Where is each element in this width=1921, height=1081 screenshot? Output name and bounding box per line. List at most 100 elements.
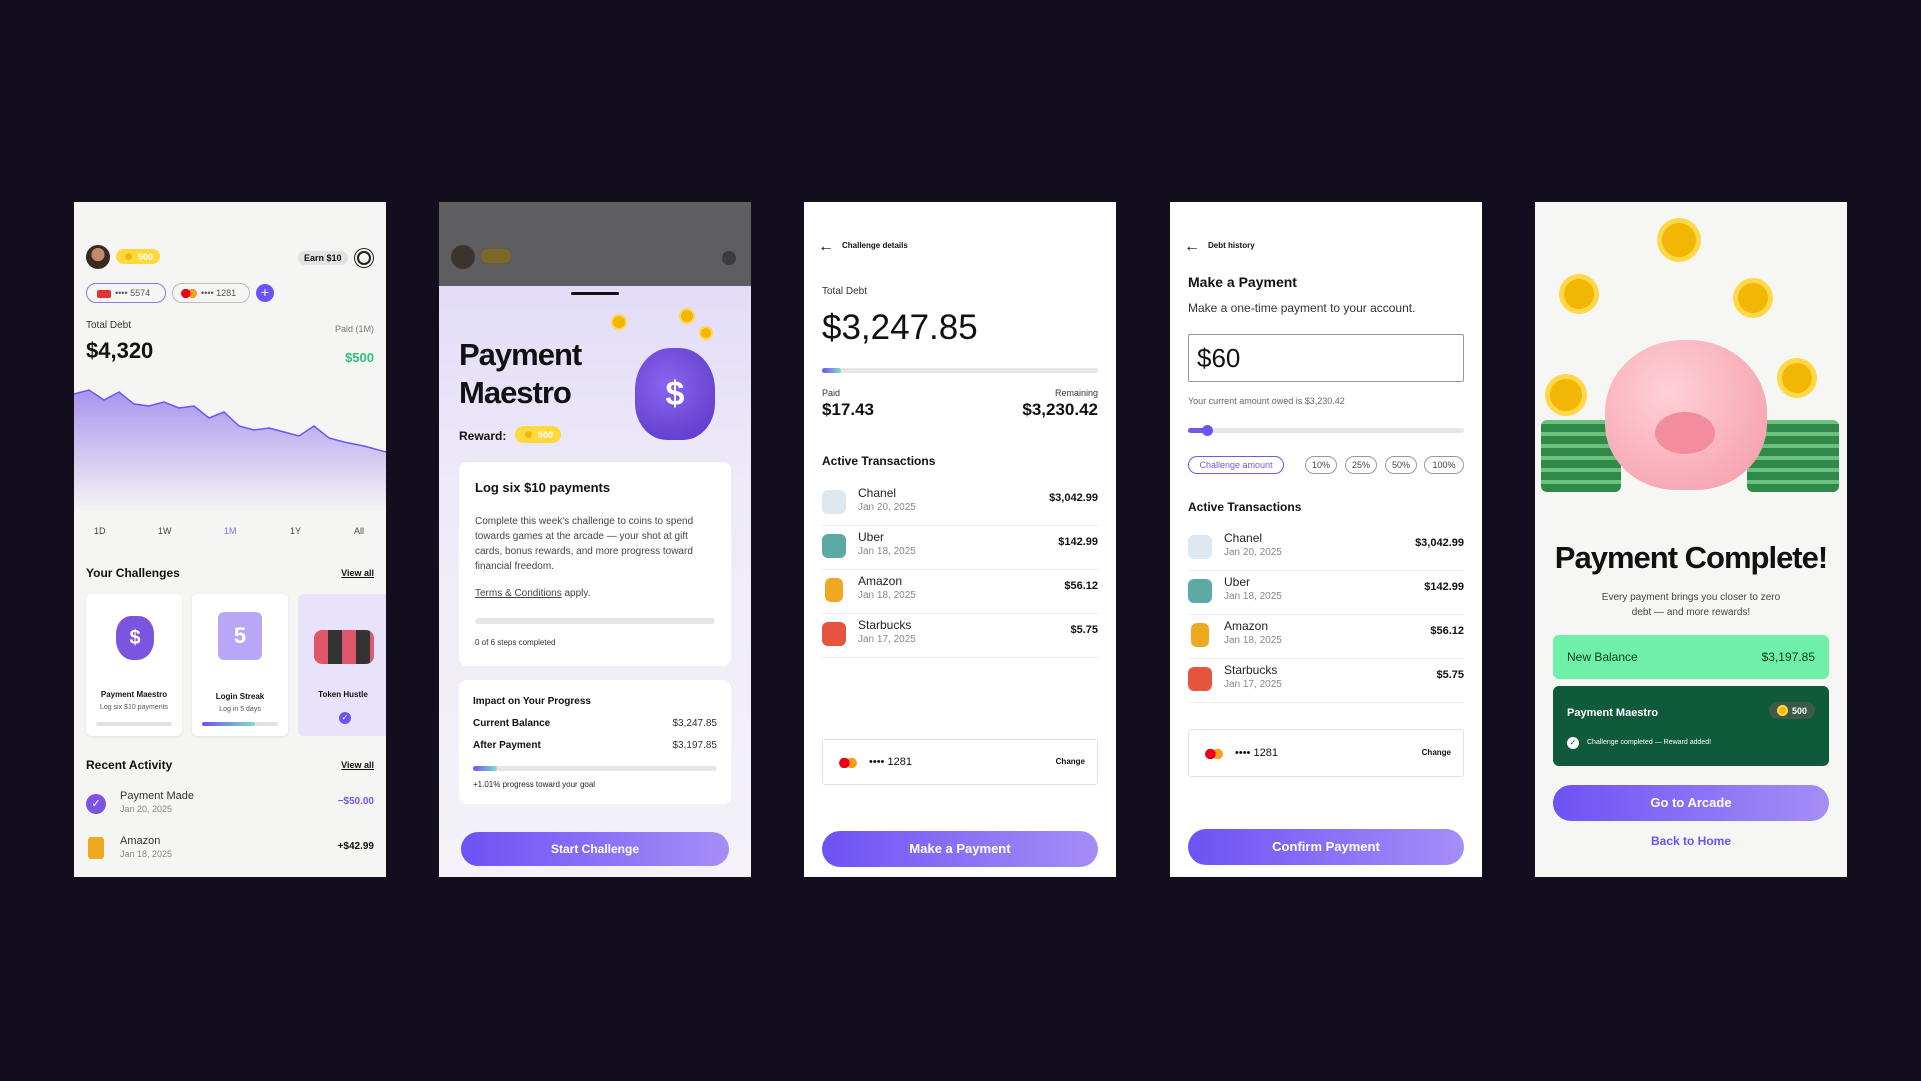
chip-10-percent[interactable]: 10%: [1305, 456, 1337, 474]
tab-1y[interactable]: 1Y: [290, 526, 301, 536]
challenge-desc: Log six $10 payments: [99, 704, 169, 711]
impact-progress-bar: [473, 766, 717, 771]
tx-name: Uber: [858, 530, 885, 544]
paid-label: Paid: [822, 388, 841, 398]
terms-link[interactable]: Terms & Conditions: [475, 588, 562, 599]
chip-challenge-amount[interactable]: Challenge amount: [1188, 456, 1284, 474]
challenge-card[interactable]: $ Payment Maestro Log six $10 payments: [86, 594, 182, 736]
amount-slider[interactable]: [1188, 425, 1464, 436]
current-balance-value: $3,247.85: [672, 718, 718, 729]
home-screen: 500 Earn $10 •••• 5574 •••• 1281 + Total…: [74, 202, 386, 877]
add-card-button[interactable]: +: [256, 284, 274, 302]
avatar[interactable]: [86, 245, 110, 269]
tx-amount: $142.99: [1058, 536, 1098, 548]
bottom-sheet: Payment Maestro $ Reward: 500 Log six $10…: [439, 286, 751, 877]
challenge-card-selected[interactable]: Token Hustle ✓: [298, 594, 386, 736]
change-card-button[interactable]: Change: [1422, 748, 1451, 757]
debt-progress-fill: [822, 368, 842, 373]
food-icon: [1188, 667, 1212, 691]
challenge-name: Payment Maestro: [100, 690, 168, 699]
success-subtitle: Every payment brings you closer to zero …: [1601, 592, 1781, 618]
piggy-bank-icon: [1605, 340, 1767, 490]
after-payment-value: $3,197.85: [672, 740, 718, 751]
chip-25-percent[interactable]: 25%: [1345, 456, 1377, 474]
challenge-name: Login Streak: [215, 692, 265, 701]
amount-input[interactable]: $60: [1188, 334, 1464, 382]
coin-icon: [123, 251, 134, 262]
check-icon: ✓: [1567, 737, 1579, 749]
transaction-row[interactable]: Uber Jan 18, 2025 $142.99: [1188, 571, 1464, 615]
shopping-bag-icon: [88, 837, 104, 859]
chip-100-percent[interactable]: 100%: [1424, 456, 1464, 474]
back-label[interactable]: Debt history: [1208, 241, 1255, 250]
start-challenge-button[interactable]: Start Challenge: [461, 832, 729, 866]
coin-icon: [699, 326, 713, 340]
card-chip-2[interactable]: •••• 1281: [172, 283, 250, 303]
go-to-arcade-button[interactable]: Go to Arcade: [1553, 785, 1829, 821]
transaction-row[interactable]: Chanel Jan 20, 2025 $3,042.99: [822, 482, 1098, 526]
back-label[interactable]: Challenge details: [842, 241, 908, 250]
debt-progress-bar: [822, 368, 1098, 373]
transaction-row[interactable]: Amazon Jan 18, 2025 $56.12: [822, 570, 1098, 614]
chip-50-percent[interactable]: 50%: [1385, 456, 1417, 474]
challenge-card[interactable]: 5 Login Streak Log in 5 days: [192, 594, 288, 736]
reward-badge: 500: [515, 426, 562, 443]
sheet-handle[interactable]: [571, 292, 619, 295]
avatar: [451, 245, 475, 269]
back-arrow-icon[interactable]: ←: [818, 238, 834, 256]
earn-button[interactable]: Earn $10: [298, 251, 348, 265]
coin-icon: [1657, 218, 1701, 262]
tx-name: Amazon: [858, 574, 903, 588]
tab-1w[interactable]: 1W: [158, 526, 172, 536]
impact-card: Impact on Your Progress Current Balance …: [459, 680, 731, 804]
current-balance-label: Current Balance: [473, 718, 551, 729]
back-to-home-link[interactable]: Back to Home: [1535, 834, 1847, 848]
challenge-sheet-screen: Payment Maestro $ Reward: 500 Log six $10…: [439, 202, 751, 877]
challenge-name: Token Hustle: [318, 690, 368, 699]
tab-all[interactable]: All: [354, 526, 364, 536]
gear-icon[interactable]: [357, 251, 371, 265]
activity-name: Payment Made: [120, 790, 194, 802]
activity-name: Amazon: [120, 835, 161, 847]
view-all-challenges[interactable]: View all: [341, 568, 374, 578]
tx-amount: $3,042.99: [1415, 537, 1464, 549]
tx-date: Jan 20, 2025: [1224, 547, 1282, 558]
make-payment-screen: ← Debt history Make a Payment Make a one…: [1170, 202, 1482, 877]
card-body: Complete this week's challenge to coins …: [475, 516, 694, 572]
transaction-row[interactable]: Uber Jan 18, 2025 $142.99: [822, 526, 1098, 570]
transaction-row[interactable]: Starbucks Jan 17, 2025 $5.75: [1188, 659, 1464, 703]
coin-icon: [1776, 705, 1788, 716]
card-title: Log six $10 payments: [475, 480, 611, 495]
payment-card-row[interactable]: •••• 1281 Change: [822, 739, 1098, 785]
tx-date: Jan 17, 2025: [858, 634, 916, 645]
coin-badge: 500: [1768, 702, 1815, 719]
view-all-activity[interactable]: View all: [341, 760, 374, 770]
tx-date: Jan 18, 2025: [858, 546, 916, 557]
slider-handle[interactable]: [1202, 425, 1213, 436]
tab-1d[interactable]: 1D: [94, 526, 106, 536]
activity-row[interactable]: Amazon Jan 18, 2025 +$42.99: [86, 835, 374, 869]
tx-date: Jan 18, 2025: [1224, 635, 1282, 646]
activity-amount: +$42.99: [337, 841, 374, 852]
verified-badge-icon: ✓: [86, 794, 106, 814]
payment-card-row[interactable]: •••• 1281 Change: [1188, 729, 1464, 777]
change-card-button[interactable]: Change: [1056, 757, 1085, 766]
confirm-payment-button[interactable]: Confirm Payment: [1188, 829, 1464, 865]
new-balance-label: New Balance: [1567, 650, 1638, 664]
transaction-row[interactable]: Chanel Jan 20, 2025 $3,042.99: [1188, 527, 1464, 571]
back-arrow-icon[interactable]: ←: [1184, 238, 1200, 256]
tx-name: Chanel: [858, 486, 897, 500]
total-debt-value: $4,320: [86, 338, 154, 363]
calendar-icon: 5: [218, 612, 262, 660]
make-payment-button[interactable]: Make a Payment: [822, 831, 1098, 867]
shopping-bag-icon: [1191, 623, 1209, 647]
card-chip-1[interactable]: •••• 5574: [86, 283, 166, 303]
activity-row[interactable]: ✓ Payment Made Jan 20, 2025 −$50.00: [86, 790, 374, 824]
card-icon: [97, 289, 111, 298]
tab-1m[interactable]: 1M: [224, 526, 237, 536]
transaction-row[interactable]: Amazon Jan 18, 2025 $56.12: [1188, 615, 1464, 659]
challenge-progress: [96, 722, 172, 726]
transaction-row[interactable]: Starbucks Jan 17, 2025 $5.75: [822, 614, 1098, 658]
money-bag-icon: $: [116, 616, 154, 660]
tx-amount: $56.12: [1064, 580, 1098, 592]
